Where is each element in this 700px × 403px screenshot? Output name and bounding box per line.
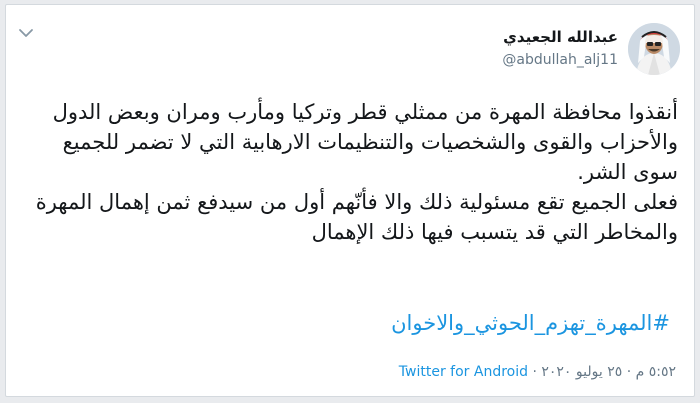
tweet-text: أنقذوا محافظة المهرة من ممثلي قطر وتركيا… [26,97,678,247]
chevron-down-icon[interactable] [18,27,34,39]
author-handle[interactable]: @abdullah_alj11 [502,52,618,68]
tweet-timestamp[interactable]: ٥:٥٢ م · ٢٥ يوليو ٢٠٢٠ · [532,364,676,380]
tweet-paragraph-1: أنقذوا محافظة المهرة من ممثلي قطر وتركيا… [52,100,678,184]
tweet-source[interactable]: Twitter for Android [399,364,528,380]
tweet-paragraph-2: فعلى الجميع تقع مسئولية ذلك والا فأنّهم … [35,190,678,244]
author-name[interactable]: عبدالله الجعيدي [503,28,618,46]
profile-photo-icon [628,23,680,75]
hashtag-link[interactable]: #المهرة_تهزم_الحوثي_والاخوان [391,311,670,335]
tweet-card: عبدالله الجعيدي @abdullah_alj11 أنقذوا م… [5,4,695,397]
avatar[interactable] [628,23,680,75]
tweet-meta: ٥:٥٢ م · ٢٥ يوليو ٢٠٢٠ · Twitter for And… [399,364,676,380]
